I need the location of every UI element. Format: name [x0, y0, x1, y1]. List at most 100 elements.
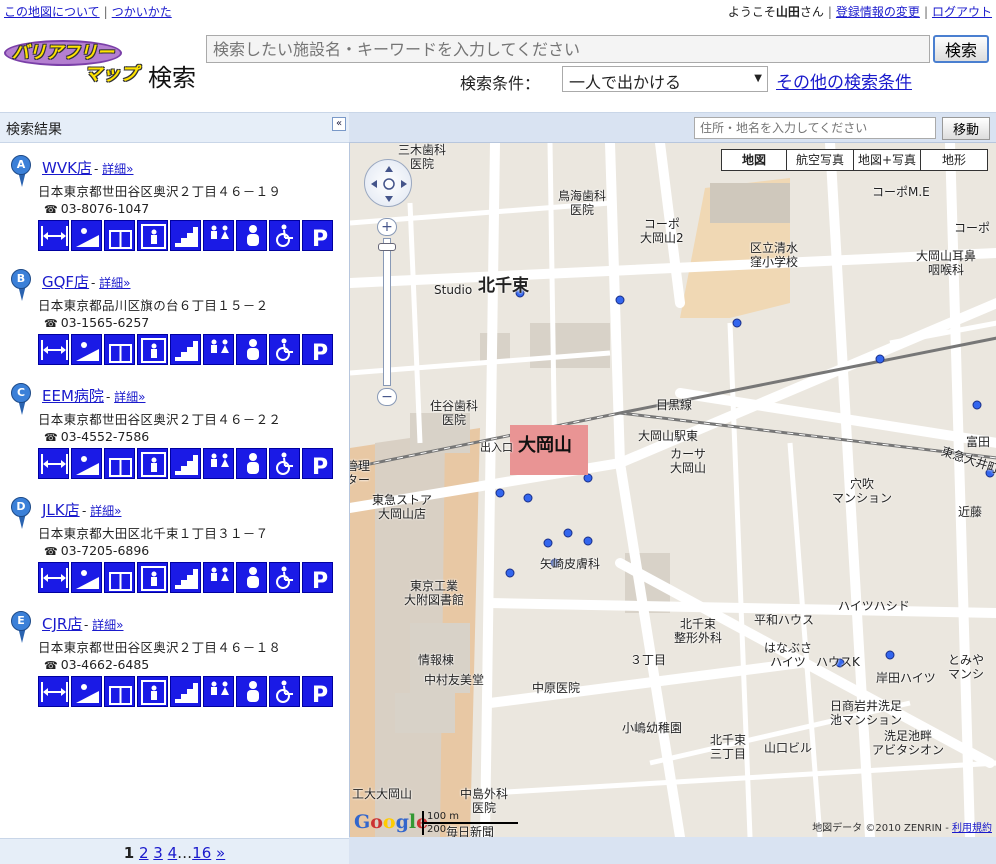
map-marker-icon[interactable]: B: [11, 269, 33, 303]
entrance-icon: [104, 334, 135, 365]
google-logo[interactable]: Google: [354, 811, 428, 833]
page-next[interactable]: »: [216, 844, 225, 862]
results-header: 検索結果 «: [0, 112, 349, 143]
width-icon: [38, 220, 69, 251]
result-name-link[interactable]: JLK店: [42, 499, 80, 520]
zoom-in-button[interactable]: +: [377, 218, 397, 236]
map-label: 中原医院: [532, 681, 581, 695]
map-label: 情報棟: [418, 653, 455, 667]
wheelchair-icon: [269, 562, 300, 593]
elevator-icon: [137, 562, 168, 593]
zoom-out-button[interactable]: −: [377, 388, 397, 406]
ramp-icon: [71, 220, 102, 251]
detail-link[interactable]: 詳細»: [99, 276, 130, 290]
svg-text:P: P: [312, 683, 328, 707]
map-label: 北千束 三丁目: [710, 733, 747, 761]
width-icon: [38, 334, 69, 365]
facility-icons: P: [38, 676, 333, 707]
page-link-last[interactable]: 16: [192, 844, 211, 862]
map-label: とみや マンシ: [948, 653, 985, 681]
wheelchair-icon: [269, 448, 300, 479]
search-button[interactable]: 検索: [933, 35, 989, 63]
page-link[interactable]: 3: [153, 844, 163, 862]
logout-link[interactable]: ログアウト: [932, 5, 992, 19]
pan-arrows-icon: [371, 166, 407, 202]
result-name-link[interactable]: EEM病院: [42, 385, 104, 406]
map-label: 北千束: [478, 276, 529, 296]
map-label: 平和ハウス: [754, 613, 815, 627]
ramp-icon: [71, 448, 102, 479]
profile-link[interactable]: 登録情報の変更: [836, 5, 920, 19]
map-label: コーポ: [954, 221, 991, 235]
address-input[interactable]: [694, 117, 936, 139]
elevator-icon: [137, 676, 168, 707]
more-conditions-link[interactable]: その他の検索条件: [776, 68, 912, 93]
zoom-thumb[interactable]: [378, 243, 396, 251]
result-name-link[interactable]: GQF店: [42, 271, 89, 292]
baby-icon: [236, 448, 267, 479]
zoom-slider[interactable]: [378, 238, 396, 386]
result-item: A WVK店 - 詳細» 日本東京都世田谷区奥沢２丁目４６－１９ ☎ 03-8076-1…: [0, 145, 349, 255]
facility-icons: P: [38, 448, 333, 479]
result-item: E CJR店 - 詳細» 日本東京都世田谷区奥沢２丁目４６－１８ ☎ 03-4662-6…: [0, 601, 349, 711]
map-label: 小嶋幼稚園: [622, 721, 683, 735]
stairs-icon: [170, 562, 201, 593]
search-input[interactable]: [206, 35, 930, 63]
map-label: 大岡山駅東: [638, 429, 699, 443]
svg-text:P: P: [312, 227, 328, 251]
map-marker-icon[interactable]: E: [11, 611, 33, 645]
terms-link[interactable]: 利用規約: [952, 823, 992, 834]
facility-icons: P: [38, 220, 333, 251]
map-marker-icon[interactable]: C: [11, 383, 33, 417]
wheelchair-icon: [269, 676, 300, 707]
pan-control[interactable]: [364, 159, 412, 207]
site-logo[interactable]: バリアフリー マップ 検索: [4, 34, 204, 92]
ramp-icon: [71, 562, 102, 593]
detail-link[interactable]: 詳細»: [90, 504, 121, 518]
map-marker-icon[interactable]: A: [11, 155, 33, 189]
map-label: 中村友美堂: [424, 673, 485, 687]
result-name-link[interactable]: CJR店: [42, 613, 82, 634]
move-button[interactable]: 移動: [942, 117, 990, 140]
about-map-link[interactable]: この地図について: [4, 5, 100, 19]
map-type-satellite[interactable]: 航空写真: [786, 149, 854, 171]
stairs-icon: [170, 676, 201, 707]
toilet-icon: [203, 448, 234, 479]
map-type-hybrid[interactable]: 地図+写真: [853, 149, 921, 171]
map-label: 鳥海歯科 医院: [558, 189, 607, 217]
facility-icons: P: [38, 562, 333, 593]
result-detail: - 詳細»: [84, 618, 124, 632]
detail-link[interactable]: 詳細»: [114, 390, 145, 404]
map-label: 近藤: [958, 505, 983, 519]
map-type-map[interactable]: 地図: [721, 149, 787, 171]
pagination: 1 2 3 4…16 »: [0, 838, 349, 864]
map-copyright: 地図データ ©2010 ZENRIN - 利用規約: [812, 823, 992, 834]
ramp-icon: [71, 676, 102, 707]
map-marker-icon[interactable]: D: [11, 497, 33, 531]
page-link[interactable]: 4: [168, 844, 178, 862]
toilet-icon: [203, 676, 234, 707]
map-type-terrain[interactable]: 地形: [920, 149, 988, 171]
result-address: 日本東京都品川区旗の台６丁目１５－２: [38, 298, 269, 313]
toilet-icon: [203, 334, 234, 365]
parking-icon: P: [302, 448, 333, 479]
scale-bar: 100 m 200: [422, 811, 518, 835]
detail-link[interactable]: 詳細»: [92, 618, 123, 632]
detail-link[interactable]: 詳細»: [102, 162, 133, 176]
map-canvas[interactable]: 大岡山 北千束 Studio 目黒線 東急大井町線 大岡山駅東 出入口 東急スト…: [349, 143, 996, 837]
map-label: 出入口: [480, 441, 513, 454]
elevator-icon: [137, 448, 168, 479]
phone-icon: ☎: [44, 317, 58, 330]
elevator-icon: [137, 220, 168, 251]
map-label: ３丁目: [630, 653, 667, 667]
phone-icon: ☎: [44, 431, 58, 444]
result-phone: ☎ 03-8076-1047: [44, 201, 150, 216]
map-label: コーポM.E: [872, 185, 930, 199]
result-name-link[interactable]: WVK店: [42, 157, 92, 178]
page-link[interactable]: 2: [139, 844, 149, 862]
collapse-panel-button[interactable]: «: [332, 117, 346, 131]
result-phone: ☎ 03-4662-6485: [44, 657, 150, 672]
howto-link[interactable]: つかいかた: [112, 5, 172, 19]
condition-select[interactable]: 一人で出かける ▼: [562, 66, 768, 92]
map-label: 洗足池畔 アビタシオン: [872, 729, 945, 757]
